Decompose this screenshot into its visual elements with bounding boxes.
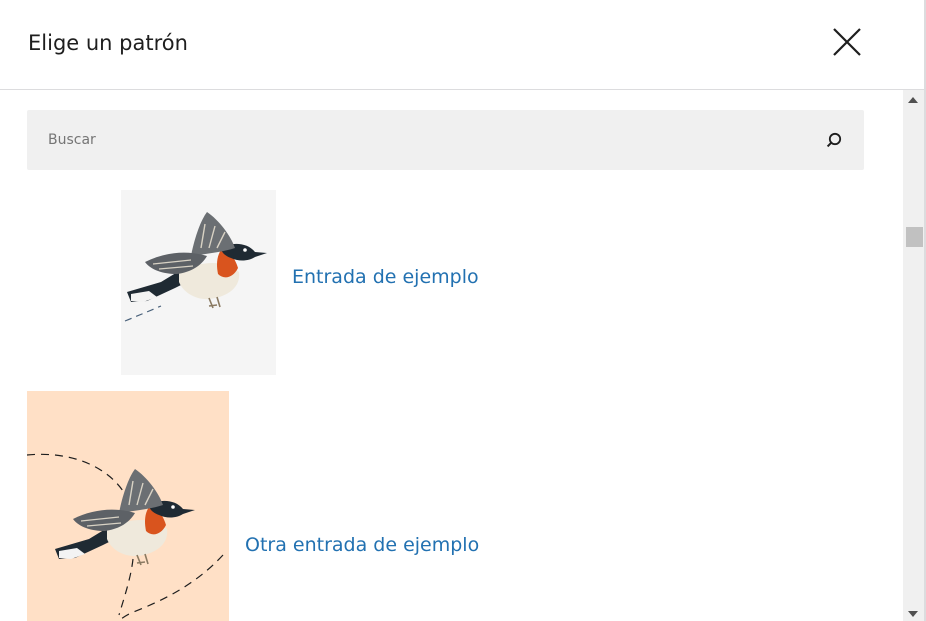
scrollbar-thumb[interactable] [906, 227, 923, 247]
pattern-item[interactable]: Otra entrada de ejemplo [27, 391, 487, 621]
pattern-title[interactable]: Otra entrada de ejemplo [245, 533, 479, 557]
pattern-thumbnail [121, 190, 276, 375]
bird-illustration-icon [121, 190, 276, 375]
pattern-item[interactable]: Entrada de ejemplo [121, 190, 481, 375]
scrollbar[interactable] [903, 90, 924, 621]
search-icon[interactable] [822, 128, 846, 152]
bird-illustration-icon [27, 391, 229, 621]
search-box [27, 110, 864, 170]
scroll-down-icon[interactable] [908, 611, 918, 617]
close-icon [833, 28, 861, 56]
close-button[interactable] [828, 22, 866, 62]
pattern-title[interactable]: Entrada de ejemplo [292, 265, 479, 289]
pattern-chooser-dialog: Elige un patrón Entrada de ej [0, 0, 926, 621]
dialog-title: Elige un patrón [28, 31, 188, 55]
dialog-header: Elige un patrón [0, 0, 924, 90]
scroll-up-icon[interactable] [908, 97, 918, 103]
pattern-thumbnail [27, 391, 229, 621]
search-input[interactable] [27, 110, 807, 170]
pattern-list: Entrada de ejemplo Otra entrada de ejemp… [0, 90, 903, 621]
